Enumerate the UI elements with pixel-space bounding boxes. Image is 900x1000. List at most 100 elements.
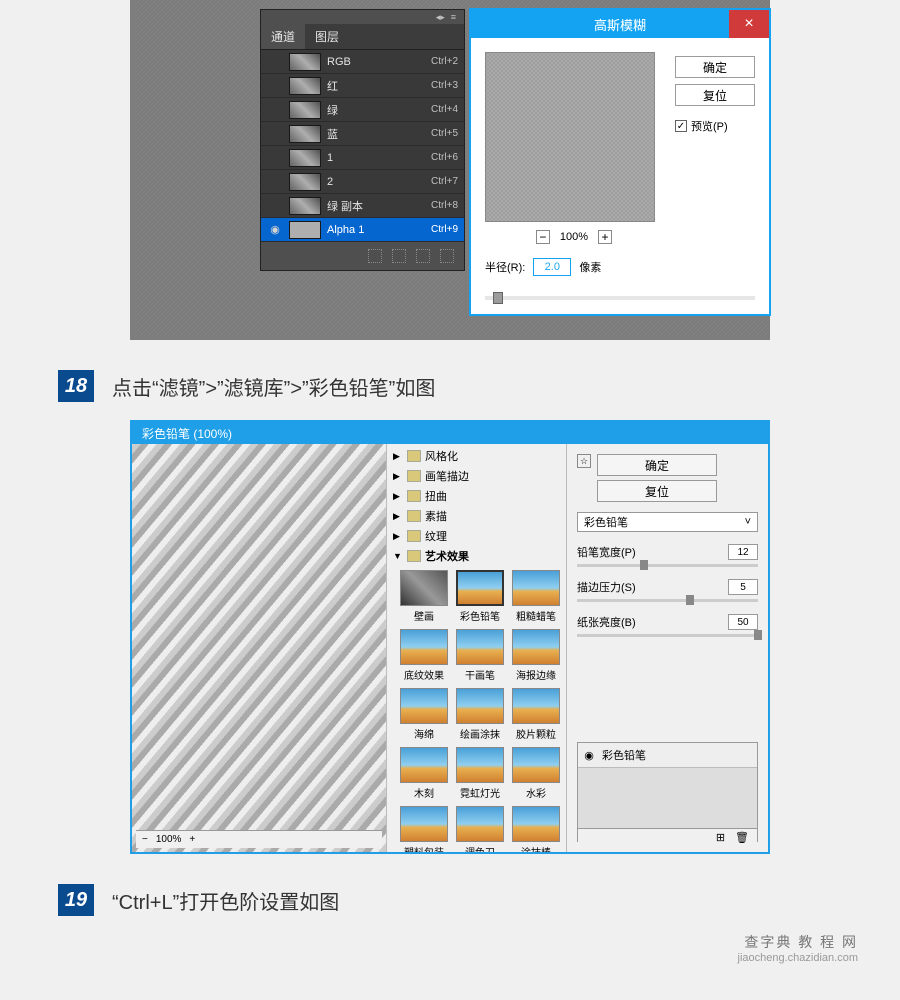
tree-folder-texture[interactable]: ▶纹理 xyxy=(389,526,564,546)
filter-thumb[interactable]: 木刻 xyxy=(399,747,449,800)
filter-thumb[interactable]: 粗糙蜡笔 xyxy=(511,570,561,623)
slider-handle[interactable] xyxy=(493,292,503,304)
channel-shortcut: Ctrl+8 xyxy=(431,200,458,211)
ok-button[interactable]: 确定 xyxy=(675,56,755,78)
load-selection-icon[interactable] xyxy=(368,249,382,263)
toggle-tree-button[interactable]: ☆ xyxy=(577,454,591,468)
filter-thumb[interactable]: 海绵 xyxy=(399,688,449,741)
checkbox-icon[interactable]: ✓ xyxy=(675,120,687,132)
filter-thumb[interactable]: 调色刀 xyxy=(455,806,505,852)
radius-slider[interactable] xyxy=(485,296,755,300)
thumb-image xyxy=(512,747,560,783)
param-input[interactable] xyxy=(728,544,758,560)
chevron-icon: ▶ xyxy=(393,491,403,502)
zoom-out-button[interactable]: − xyxy=(536,230,550,244)
effect-layer-footer: ⊞ 🗑 xyxy=(578,828,757,846)
param-label: 纸张亮度(B) xyxy=(577,614,636,630)
channel-row-2[interactable]: 2 Ctrl+7 xyxy=(261,170,464,194)
channel-name: 蓝 xyxy=(327,126,431,142)
filter-thumb-selected[interactable]: 彩色铅笔 xyxy=(455,570,505,623)
channel-row-green[interactable]: 绿 Ctrl+4 xyxy=(261,98,464,122)
channel-thumb xyxy=(289,173,321,191)
tree-label: 素描 xyxy=(425,508,447,524)
zoom-in-button[interactable]: + xyxy=(598,230,612,244)
watermark-main: 查字典 教 程 网 xyxy=(738,932,858,952)
dialog-title-text: 高斯模糊 xyxy=(594,15,646,34)
tree-folder-stylize[interactable]: ▶风格化 xyxy=(389,446,564,466)
step-18: 18 点击“滤镜”>”滤镜库”>”彩色铅笔”如图 xyxy=(58,370,900,402)
param-input[interactable] xyxy=(728,579,758,595)
collapse-icon[interactable]: ◂▸ xyxy=(436,12,445,23)
channel-name: RGB xyxy=(327,56,431,68)
filter-gallery-dialog: 彩色铅笔 (100%) − 100% + ▶风格化 ▶画笔描边 ▶扭曲 ▶素描 … xyxy=(130,420,770,854)
filter-thumb[interactable]: 底纹效果 xyxy=(399,629,449,682)
new-effect-icon[interactable]: ⊞ xyxy=(716,831,725,844)
thumb-label: 霓虹灯光 xyxy=(460,785,500,800)
channel-row-blue[interactable]: 蓝 Ctrl+5 xyxy=(261,122,464,146)
thumb-image xyxy=(456,570,504,606)
tree-folder-sketch[interactable]: ▶ 素描 xyxy=(389,506,564,526)
tab-channels[interactable]: 通道 xyxy=(261,24,305,49)
channel-row-rgb[interactable]: RGB Ctrl+2 xyxy=(261,50,464,74)
zoom-in-button[interactable]: + xyxy=(189,834,195,845)
eye-icon[interactable]: ◉ xyxy=(582,749,596,762)
tree-folder-artistic[interactable]: ▼艺术效果 xyxy=(389,546,564,566)
filter-thumb[interactable]: 涂抹棒 xyxy=(511,806,561,852)
folder-icon xyxy=(407,470,421,482)
dialog-title: 彩色铅笔 (100%) xyxy=(132,422,768,444)
reset-button[interactable]: 复位 xyxy=(675,84,755,106)
eye-icon[interactable]: ◉ xyxy=(267,223,283,236)
param-input[interactable] xyxy=(728,614,758,630)
channel-name: 2 xyxy=(327,176,431,188)
channel-list: RGB Ctrl+2 红 Ctrl+3 绿 Ctrl+4 蓝 Ctrl+5 xyxy=(261,50,464,242)
thumb-image xyxy=(456,629,504,665)
filter-thumb[interactable]: 海报边缘 xyxy=(511,629,561,682)
effect-select[interactable]: 彩色铅笔 ˅ xyxy=(577,512,758,532)
save-selection-icon[interactable] xyxy=(392,249,406,263)
effect-layer-row[interactable]: ◉ 彩色铅笔 xyxy=(578,743,757,768)
channel-row-red[interactable]: 红 Ctrl+3 xyxy=(261,74,464,98)
tree-folder-brush[interactable]: ▶画笔描边 xyxy=(389,466,564,486)
tree-label: 艺术效果 xyxy=(425,548,469,564)
filter-thumb[interactable]: 绘画涂抹 xyxy=(455,688,505,741)
folder-icon xyxy=(407,490,421,502)
preview-area xyxy=(485,52,655,222)
channel-row-1[interactable]: 1 Ctrl+6 xyxy=(261,146,464,170)
thumb-label: 海绵 xyxy=(414,726,434,741)
filter-thumb[interactable]: 塑料包装 xyxy=(399,806,449,852)
param-slider[interactable] xyxy=(577,634,758,637)
close-button[interactable]: × xyxy=(729,10,769,38)
chevron-icon: ▶ xyxy=(393,511,403,522)
preview-checkbox[interactable]: ✓ 预览(P) xyxy=(675,118,755,134)
filter-thumb[interactable]: 霓虹灯光 xyxy=(455,747,505,800)
slider-handle[interactable] xyxy=(686,595,694,605)
channel-row-alpha1[interactable]: ◉ Alpha 1 Ctrl+9 xyxy=(261,218,464,242)
filter-thumb-grid: 壁画 彩色铅笔 粗糙蜡笔 底纹效果 干画笔 海报边缘 海绵 绘画涂抹 胶片颗粒 … xyxy=(389,566,564,852)
zoom-value: 100% xyxy=(560,231,588,243)
slider-handle[interactable] xyxy=(754,630,762,640)
radius-input[interactable] xyxy=(533,258,571,276)
slider-handle[interactable] xyxy=(640,560,648,570)
filter-settings: ☆ 确定 复位 彩色铅笔 ˅ 铅笔宽度(P) 描边压力(S) xyxy=(567,444,768,852)
param-slider[interactable] xyxy=(577,599,758,602)
tree-folder-distort[interactable]: ▶扭曲 xyxy=(389,486,564,506)
new-channel-icon[interactable] xyxy=(416,249,430,263)
zoom-out-button[interactable]: − xyxy=(142,834,148,845)
menu-icon[interactable]: ≡ xyxy=(451,12,456,22)
filter-thumb[interactable]: 水彩 xyxy=(511,747,561,800)
filter-thumb[interactable]: 干画笔 xyxy=(455,629,505,682)
thumb-label: 壁画 xyxy=(414,608,434,623)
filter-thumb[interactable]: 胶片颗粒 xyxy=(511,688,561,741)
ok-button[interactable]: 确定 xyxy=(597,454,717,476)
reset-button[interactable]: 复位 xyxy=(597,480,717,502)
folder-icon xyxy=(407,510,421,522)
delete-channel-icon[interactable] xyxy=(440,249,454,263)
channel-name: 红 xyxy=(327,78,431,94)
tab-layers[interactable]: 图层 xyxy=(305,24,349,49)
delete-effect-icon[interactable]: 🗑 xyxy=(735,831,749,844)
channel-row-green-copy[interactable]: 绿 副本 Ctrl+8 xyxy=(261,194,464,218)
param-slider[interactable] xyxy=(577,564,758,567)
step-text: “Ctrl+L”打开色阶设置如图 xyxy=(112,886,339,915)
filter-thumb[interactable]: 壁画 xyxy=(399,570,449,623)
thumb-label: 涂抹棒 xyxy=(521,844,551,852)
